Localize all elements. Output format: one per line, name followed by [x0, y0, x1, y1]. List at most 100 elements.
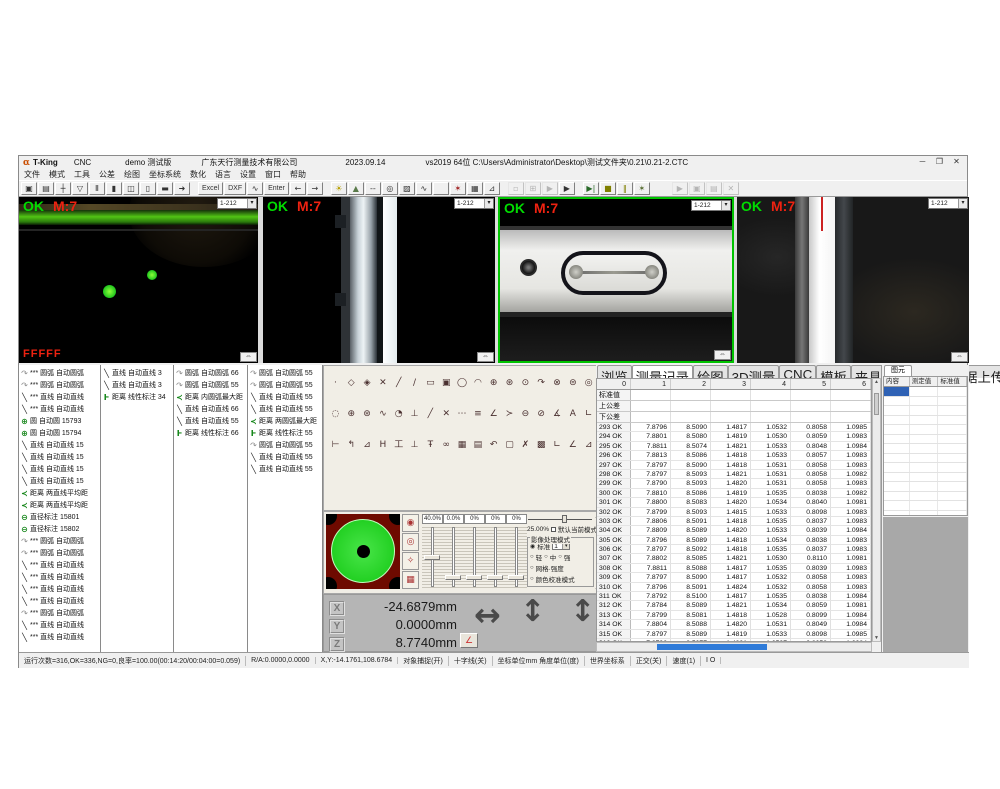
probe-icon[interactable]: ▽ [72, 182, 88, 195]
tree-item[interactable]: ⊕圆 自动圆 15794 [19, 427, 100, 439]
tree-item[interactable]: ↷圆弧 自动圆弧 55 [248, 379, 322, 391]
range-combo[interactable]: 1-212 ▾ [928, 198, 968, 209]
zoom-slider[interactable] [528, 515, 592, 523]
tool-icon[interactable]: ∿ [375, 407, 390, 421]
slider-thumb[interactable] [562, 515, 567, 523]
light-mode-icon[interactable]: ▦ [402, 571, 419, 589]
table-row[interactable]: 308 OK7.88118.50881.48171.05350.80391.09… [597, 564, 871, 573]
table-row[interactable]: 305 OK7.87968.50891.48181.05340.80381.09… [597, 536, 871, 545]
pause-icon[interactable]: ‖ [617, 182, 633, 195]
camera-view-3-selected[interactable]: OK M:7 1-212 ▾ ⇔ [498, 197, 734, 363]
tool-icon[interactable]: ⊗ [550, 376, 565, 390]
goto-icon[interactable]: ➜ [174, 182, 190, 195]
scroll-thumb[interactable] [657, 644, 767, 650]
light-bulb-icon[interactable]: ☀ [331, 182, 347, 195]
tool-icon[interactable]: ◎ [581, 376, 596, 390]
magnifier-icon[interactable]: ◎ [382, 182, 398, 195]
column-icon[interactable]: Ⅱ [89, 182, 105, 195]
table-row[interactable]: 303 OK7.88068.50911.48181.05350.80371.09… [597, 517, 871, 526]
menu-item[interactable]: 工具 [74, 169, 90, 180]
tool-icon[interactable]: ◈ [360, 376, 375, 390]
tool-icon[interactable]: ⊘ [534, 407, 549, 421]
tool-icon[interactable]: ∠ [565, 438, 580, 452]
tree-item[interactable]: ╲*** 直线 自动直线 [19, 583, 100, 595]
tool-icon[interactable]: ∞ [439, 438, 454, 452]
jog-horizontal-icon[interactable]: ↔ [474, 596, 501, 634]
menu-item[interactable]: 数化 [190, 169, 206, 180]
tool-icon[interactable]: ⊜ [565, 376, 580, 390]
table-row[interactable]: 307 OK7.88028.50851.48211.05300.81101.09… [597, 554, 871, 563]
vcr-icon[interactable]: ⊞ [525, 182, 541, 195]
open-icon[interactable]: ▤ [38, 182, 54, 195]
tree-item[interactable]: ╲直线 自动直线 15 [19, 439, 100, 451]
tool-icon[interactable]: ╱ [391, 376, 406, 390]
element-row[interactable] [884, 482, 967, 492]
tree-item[interactable]: ╲直线 自动直线 55 [248, 463, 322, 475]
tree-item[interactable]: ╲*** 直线 自动直线 [19, 619, 100, 631]
tree-item[interactable]: ↷圆弧 自动圆弧 66 [174, 367, 247, 379]
tool-icon[interactable]: ▭ [423, 376, 438, 390]
qr-icon[interactable]: ▦ [467, 182, 483, 195]
tool-icon[interactable]: A [565, 407, 580, 421]
table-row[interactable]: 315 OK7.87978.50891.48191.05330.80981.09… [597, 630, 871, 639]
tree-item[interactable]: ≺距离 两直线平均距 [19, 487, 100, 499]
tree-item[interactable]: ↷*** 圆弧 自动圆弧 [19, 379, 100, 391]
tree-item[interactable]: ╲*** 直线 自动直线 [19, 403, 100, 415]
tree-item[interactable]: ╲*** 直线 自动直线 [19, 631, 100, 643]
tool-icon[interactable]: ∕ [407, 376, 422, 390]
tree-item[interactable]: ↷圆弧 自动圆弧 55 [248, 439, 322, 451]
element-row[interactable] [884, 416, 967, 426]
pane-resize-button[interactable]: ⇔ [477, 352, 494, 362]
dxf-button[interactable]: DXF [224, 182, 246, 195]
range-combo[interactable]: 1-212 ▾ [217, 198, 257, 209]
table-row[interactable]: 299 OK7.87908.50931.48201.05310.80581.09… [597, 479, 871, 488]
menu-item[interactable]: 窗口 [265, 169, 281, 180]
tool-icon[interactable]: ▢ [502, 438, 517, 452]
table-row[interactable]: 304 OK7.88098.50891.48201.05330.80391.09… [597, 526, 871, 535]
menu-item[interactable]: 绘图 [124, 169, 140, 180]
tab-3D测量[interactable]: 3D测量 [728, 365, 780, 378]
range-combo[interactable]: 1-212 ▾ [454, 198, 494, 209]
tree-item[interactable]: ╲*** 直线 自动直线 [19, 571, 100, 583]
scroll-thumb[interactable] [874, 393, 879, 415]
tool-icon[interactable]: ⋯ [455, 407, 470, 421]
minimize-button[interactable]: ─ [914, 156, 931, 168]
laser-icon[interactable]: ✶ [450, 182, 466, 195]
jog-vertical-icon[interactable]: ↕ [520, 594, 545, 629]
play-to-icon[interactable]: ▶| [583, 182, 599, 195]
table-row[interactable]: 313 OK7.87998.50811.48181.05280.80991.09… [597, 611, 871, 620]
tree-item[interactable]: ≺距离 两圆弧最大距 [248, 415, 322, 427]
tree-item[interactable]: Ͱ距离 线性标注 55 [248, 427, 322, 439]
pane-resize-button[interactable]: ⇔ [714, 350, 731, 360]
radio-level[interactable]: ○ [558, 554, 562, 560]
tool-icon[interactable]: ✗ [518, 438, 533, 452]
element-row[interactable] [884, 492, 967, 502]
excel-button[interactable]: Excel [198, 182, 223, 195]
tool-icon[interactable]: ▣ [439, 376, 454, 390]
table-row[interactable]: 309 OK7.87978.50901.48171.05320.80581.09… [597, 573, 871, 582]
tree-item[interactable]: ↷*** 圆弧 自动圆弧 [19, 367, 100, 379]
tool-icon[interactable]: ▩ [534, 438, 549, 452]
tree-item[interactable]: ≺距离 两直线平均距 [19, 499, 100, 511]
tool-icon[interactable]: ◠ [470, 376, 485, 390]
stage-icon[interactable]: ▬ [157, 182, 173, 195]
tree-item[interactable]: Ͱ距离 线性标注 34 [101, 391, 173, 403]
light-mode-icon[interactable]: ✧ [402, 552, 419, 570]
close-button[interactable]: ✕ [948, 156, 965, 168]
menu-item[interactable]: 坐标系统 [149, 169, 181, 180]
tree-item[interactable]: ╲直线 自动直线 55 [248, 451, 322, 463]
chevron-down-icon[interactable]: ▾ [247, 199, 256, 208]
tab-测量记录[interactable]: 测量记录 [632, 365, 693, 378]
slider-track[interactable] [506, 525, 527, 589]
element-row[interactable] [884, 387, 967, 397]
table-row[interactable]: 300 OK7.88108.50861.48191.05350.80381.09… [597, 489, 871, 498]
tool-icon[interactable]: ∟ [550, 438, 565, 452]
pattern-icon[interactable]: ▨ [399, 182, 415, 195]
chevron-down-icon[interactable]: ▾ [958, 199, 967, 208]
table-row[interactable]: 298 OK7.87978.50931.48211.05310.80581.09… [597, 470, 871, 479]
tool-icon[interactable]: ✕ [375, 376, 390, 390]
radio-level[interactable]: ○ [544, 554, 548, 560]
tool-icon[interactable]: ◇ [344, 376, 359, 390]
pane-resize-button[interactable]: ⇔ [240, 352, 257, 362]
tool-icon[interactable]: ⊙ [518, 376, 533, 390]
